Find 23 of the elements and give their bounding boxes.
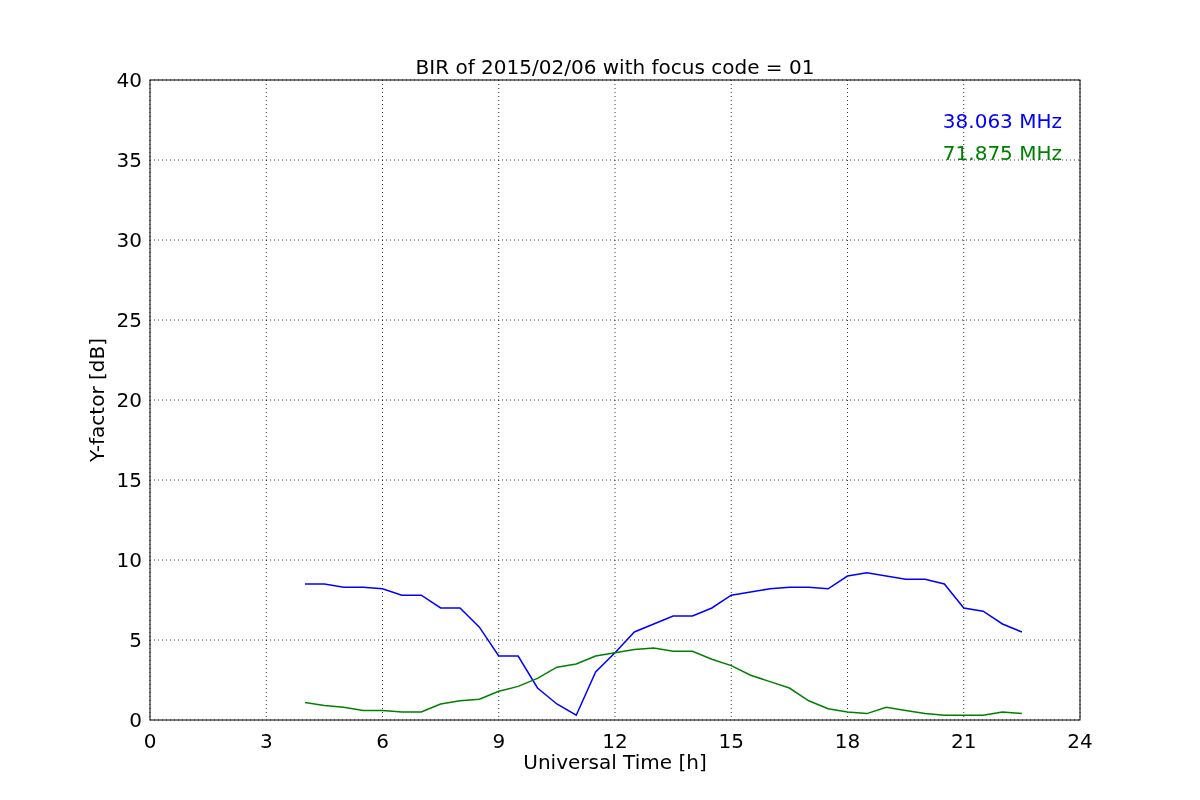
y-axis-label: Y-factor [dB]: [85, 338, 109, 462]
chart-title: BIR of 2015/02/06 with focus code = 01: [415, 55, 815, 79]
legend-label: 38.063 MHz: [942, 109, 1062, 133]
tick-label: 3: [259, 729, 273, 753]
tick-label: 5: [129, 628, 142, 652]
tick-label: 15: [116, 468, 142, 492]
tick-label: 6: [376, 729, 389, 753]
tick-label: 9: [492, 729, 506, 753]
legend-label: 71.875 MHz: [942, 141, 1062, 165]
tick-label: 12: [602, 729, 628, 753]
x-axis-label: Universal Time [h]: [523, 750, 707, 774]
tick-label: 20: [116, 388, 142, 412]
tick-label: 0: [129, 708, 142, 732]
tick-label: 24: [1067, 729, 1093, 753]
tick-label: 18: [834, 729, 861, 753]
tick-label: 21: [951, 729, 977, 753]
tick-label: 35: [116, 148, 142, 172]
tick-label: 0: [143, 729, 157, 753]
tick-label: 10: [116, 548, 142, 572]
tick-label: 30: [116, 228, 142, 252]
tick-label: 40: [116, 68, 142, 92]
tick-label: 25: [116, 308, 142, 332]
tick-label: 15: [718, 729, 744, 753]
